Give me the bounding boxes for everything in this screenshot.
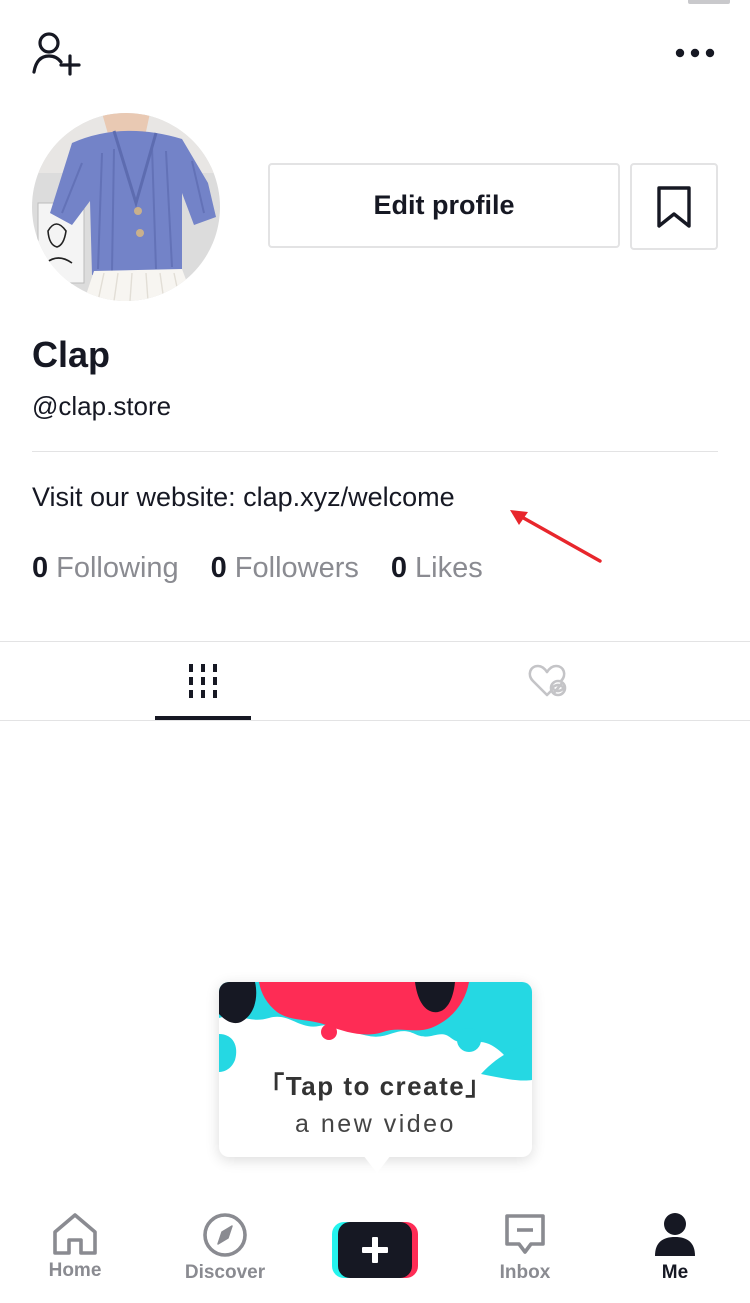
status-bar-indicator	[688, 0, 730, 4]
following-label: Following	[56, 552, 179, 584]
liked-hidden-icon	[528, 664, 567, 697]
nav-me[interactable]: Me	[620, 1212, 730, 1292]
tooltip-pointer	[363, 1155, 391, 1173]
following-count: 0	[32, 552, 49, 584]
bio-text: Visit our website: clap.xyz/welcome	[32, 482, 455, 512]
tooltip-title: 「Tap to create」	[258, 1071, 493, 1101]
likes-count: 0	[390, 552, 408, 584]
followers-label: Followers	[234, 552, 359, 584]
avatar[interactable]	[32, 113, 220, 301]
person-icon	[655, 1213, 695, 1256]
home-icon	[53, 1213, 97, 1255]
likes-label: Likes	[415, 552, 483, 584]
tab-liked[interactable]	[406, 642, 690, 720]
nav-inbox-label: Inbox	[499, 1262, 551, 1283]
tabs-divider-bottom	[0, 720, 750, 721]
inbox-icon	[505, 1214, 545, 1254]
edit-profile-button[interactable]: Edit profile	[268, 163, 620, 248]
more-icon[interactable]	[670, 38, 720, 68]
tooltip-subtitle: a new video	[295, 1110, 456, 1138]
nav-home[interactable]: Home	[20, 1212, 130, 1292]
profile-divider	[32, 451, 718, 452]
nav-home-label: Home	[48, 1260, 102, 1281]
nav-discover-label: Discover	[184, 1262, 266, 1283]
red-arrow-annotation	[510, 510, 602, 563]
nav-inbox[interactable]: Inbox	[470, 1212, 580, 1292]
nav-me-label: Me	[661, 1262, 689, 1283]
username-handle: @clap.store	[32, 391, 172, 421]
bookmark-button[interactable]	[630, 163, 718, 250]
tab-videos[interactable]	[0, 642, 406, 720]
followers-stat[interactable]: 0 Followers	[211, 552, 359, 585]
grid-icon	[189, 664, 217, 698]
compass-icon	[203, 1213, 247, 1257]
following-stat[interactable]: 0 Following	[32, 552, 179, 585]
create-button[interactable]	[332, 1222, 418, 1278]
create-tooltip[interactable]: 「Tap to create」 a new video	[219, 982, 532, 1173]
profile-stats: 0 Following 0 Followers 0 Likes	[32, 552, 515, 592]
followers-count: 0	[210, 552, 227, 584]
bookmark-icon	[657, 185, 691, 228]
add-friend-icon[interactable]	[28, 28, 84, 80]
display-name: Clap	[32, 334, 111, 375]
nav-discover[interactable]: Discover	[170, 1212, 280, 1292]
likes-stat[interactable]: 0 Likes	[391, 552, 483, 585]
